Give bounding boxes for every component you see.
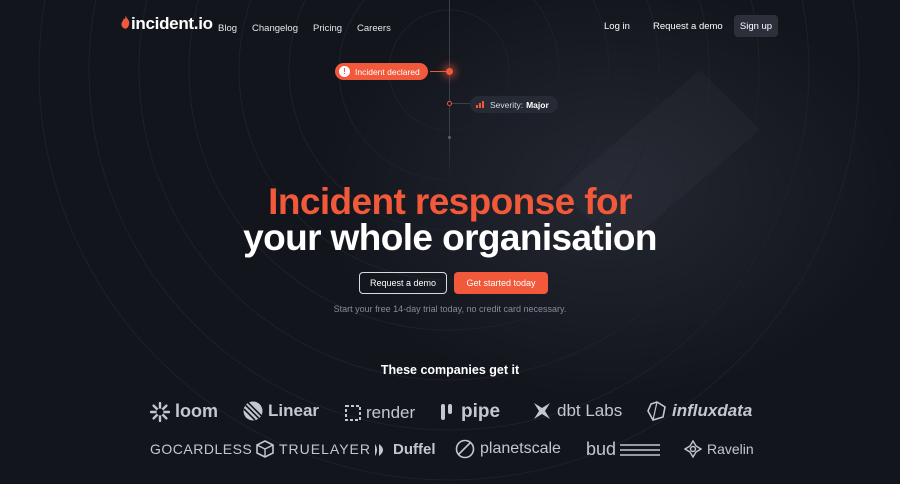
dbt-labs-logo: dbt Labs [532,401,622,421]
nav-link-changelog[interactable]: Changelog [252,23,298,34]
duffel-wordmark: Duffel [393,441,436,458]
gocardless-wordmark: GOCARDLESS [150,441,253,457]
loom-logo: loom [150,401,218,422]
login-link[interactable]: Log in [604,21,630,32]
duffel-icon [375,443,383,456]
nav-link-pricing[interactable]: Pricing [313,23,342,34]
pipe-icon [441,404,452,420]
planetscale-logo: planetscale [455,439,561,459]
ravelin-icon [684,440,702,458]
request-demo-button[interactable]: Request a demo [359,272,447,294]
severity-badge: Severity: Major [470,96,558,113]
nav-links: Blog Changelog Pricing Careers [218,23,406,34]
gocardless-logo: GOCARDLESS [150,441,252,457]
companies-title: These companies get it [380,363,520,377]
truelayer-logo: TRUELAYER [256,440,371,458]
ravelin-logo: Ravelin [684,440,754,458]
pipe-wordmark: pipe [461,401,501,422]
timeline-connector [430,71,447,72]
nav-link-careers[interactable]: Careers [357,23,391,34]
linear-wordmark: Linear [268,401,320,420]
incident-declared-label: Incident declared [355,66,420,77]
alert-icon: ! [339,66,350,77]
dbt-icon [534,403,550,419]
get-started-button[interactable]: Get started today [454,272,548,294]
timeline-active-dot [446,68,453,75]
influxdata-logo: influxdata [647,401,752,421]
timeline-dot [448,136,451,139]
influxdata-wordmark: influxdata [672,401,753,420]
render-wordmark: render [366,403,416,422]
bud-logo: bud [586,439,665,460]
planetscale-wordmark: planetscale [480,440,561,457]
linear-logo: Linear [243,401,319,421]
render-logo: render [345,403,415,423]
top-nav: incident.io Blog Changelog Pricing Caree… [0,0,900,54]
brand-logo[interactable]: incident.io [121,14,213,34]
loom-icon [150,401,170,422]
truelayer-icon [256,440,274,458]
flame-icon [121,15,130,29]
linear-icon [243,401,263,421]
pipe-logo: pipe [440,401,500,423]
severity-label: Severity: [490,99,524,110]
planetscale-icon [455,439,475,459]
brand-name: incident.io [131,14,213,33]
duffel-logo: Duffel [374,441,436,458]
severity-bars-icon [476,101,484,108]
hero-subtext: Start your free 14-day trial today, no c… [333,304,567,314]
dbt-labs-wordmark: dbt Labs [557,401,623,420]
ravelin-wordmark: Ravelin [707,441,754,457]
hero-title-line2: your whole organisation [243,217,657,258]
timeline-connector [452,103,470,104]
timeline-dot [447,101,452,106]
nav-link-blog[interactable]: Blog [218,23,237,34]
render-icon [345,405,361,421]
signup-button[interactable]: Sign up [734,15,778,37]
influxdata-icon [647,401,666,421]
truelayer-wordmark: TRUELAYER [279,441,371,457]
hero-title-line1: Incident response for [268,181,632,222]
request-demo-link[interactable]: Request a demo [653,21,723,32]
loom-wordmark: loom [175,401,218,421]
bud-wordmark: bud [586,439,617,459]
timeline-line [449,0,450,180]
bud-lines-icon [620,443,661,456]
incident-declared-badge: ! Incident declared [335,63,428,80]
severity-value: Major [526,99,549,110]
